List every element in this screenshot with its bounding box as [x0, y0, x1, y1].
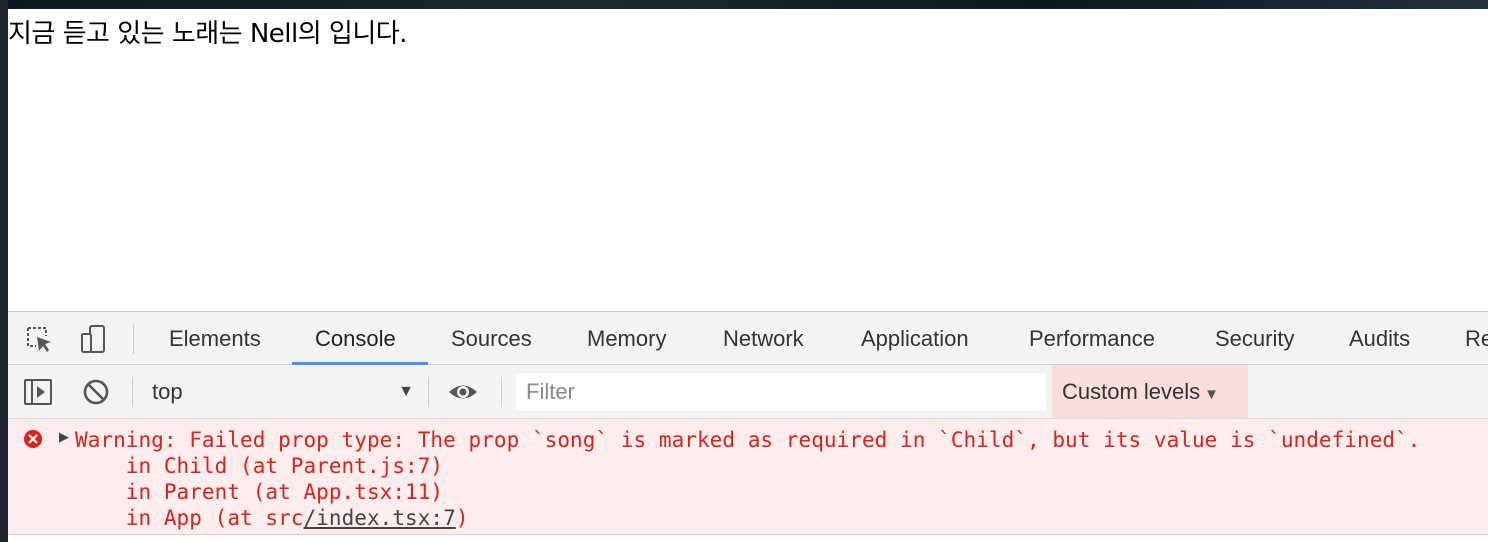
error-line: Warning: Failed prop type: The prop `son…	[75, 428, 1421, 452]
tab-application[interactable]: Application	[861, 312, 969, 365]
dropdown-arrow-icon: ▼	[1204, 386, 1220, 403]
tab-network[interactable]: Network	[723, 312, 804, 365]
devtools-tabbar: Elements Console Sources Memory Network …	[8, 311, 1488, 365]
tab-divider	[133, 324, 134, 354]
tab-memory[interactable]: Memory	[587, 312, 666, 365]
tab-sources[interactable]: Sources	[451, 312, 532, 365]
console-message-error: ▶ Warning: Failed prop type: The prop `s…	[8, 419, 1488, 535]
tab-elements[interactable]: Elements	[169, 312, 261, 365]
log-levels-dropdown[interactable]: Custom levels ▼	[1052, 365, 1248, 418]
error-icon	[24, 430, 42, 448]
toolbar-divider	[501, 377, 502, 407]
page-viewport: 지금 듣고 있는 노래는 Nell의 입니다.	[8, 9, 1488, 311]
tab-console[interactable]: Console	[315, 312, 396, 365]
devtools-panel: Elements Console Sources Memory Network …	[8, 311, 1488, 542]
console-toolbar: top ▼ Custom levels▼	[8, 365, 1488, 419]
device-toggle-icon[interactable]	[78, 324, 108, 354]
stack-line-suffix: )	[455, 506, 469, 530]
context-selector[interactable]: top ▼	[142, 373, 422, 411]
toolbar-divider	[132, 377, 133, 407]
inspect-icon[interactable]	[24, 324, 54, 354]
clear-console-icon[interactable]	[80, 377, 112, 407]
desktop-background-strip	[0, 0, 1488, 9]
console-prompt-area[interactable]	[8, 535, 1488, 542]
error-stack-line: in App (at src/index.tsx:7)	[75, 505, 1420, 531]
source-link[interactable]: /index.tsx:7	[303, 506, 455, 530]
error-stack-line: in Child (at Parent.js:7)	[75, 454, 444, 478]
now-playing-text: 지금 듣고 있는 노래는 Nell의 입니다.	[8, 19, 407, 49]
toolbar-divider	[428, 377, 429, 407]
editor-edge-strip	[0, 0, 8, 542]
filter-input[interactable]	[516, 373, 1046, 411]
expand-triangle-icon[interactable]: ▶	[59, 430, 69, 445]
stack-line-prefix: in App (at src	[75, 506, 304, 530]
tab-overflow-truncated[interactable]: Re	[1465, 312, 1488, 365]
context-selector-value: top	[152, 379, 183, 404]
tab-audits[interactable]: Audits	[1349, 312, 1410, 365]
live-expression-eye-icon[interactable]	[447, 377, 479, 407]
tab-performance[interactable]: Performance	[1029, 312, 1155, 365]
log-levels-label: Custom levels	[1062, 379, 1201, 404]
error-message-text: Warning: Failed prop type: The prop `son…	[75, 427, 1420, 531]
tab-security[interactable]: Security	[1215, 312, 1294, 365]
error-stack-line: in Parent (at App.tsx:11)	[75, 480, 444, 504]
dropdown-arrow-icon: ▼	[398, 383, 414, 400]
sidebar-toggle-icon[interactable]	[22, 377, 54, 407]
